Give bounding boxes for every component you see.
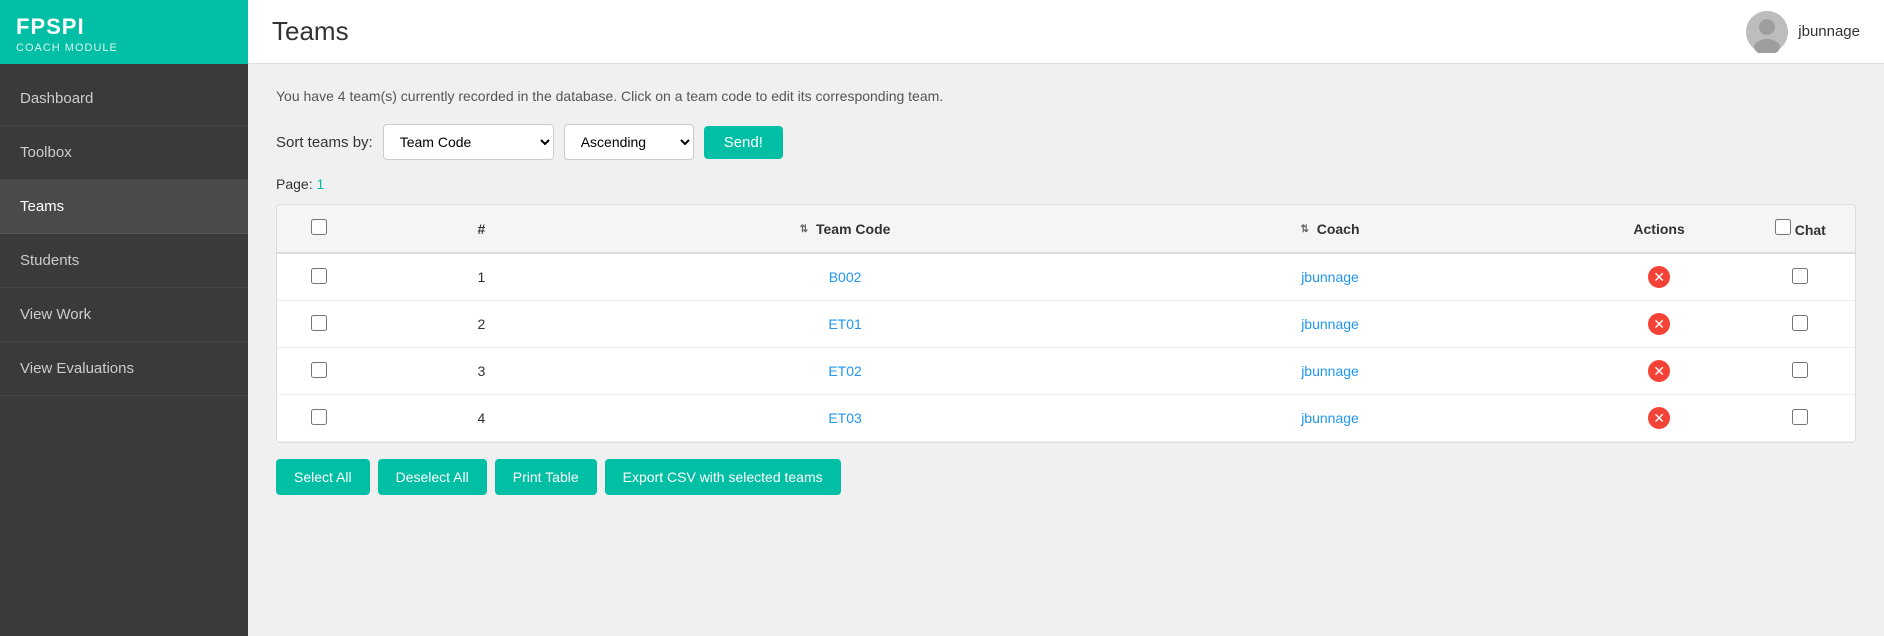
team-code-sort-arrow: ⇅: [800, 224, 808, 235]
topbar: Teams jbunnage: [248, 0, 1884, 64]
sidebar: FPSPI COACH MODULE Dashboard Toolbox Tea…: [0, 0, 248, 636]
row-coach: jbunnage: [1088, 253, 1573, 301]
select-all-button[interactable]: Select All: [276, 459, 370, 495]
print-table-button[interactable]: Print Table: [495, 459, 597, 495]
header-coach[interactable]: ⇅ Coach: [1088, 205, 1573, 253]
row-actions: ✕: [1572, 348, 1745, 395]
page-indicator: Page: 1: [276, 176, 1856, 192]
teams-table: # ⇅ Team Code ⇅ Coach Actions Chat: [277, 205, 1855, 442]
chat-checkbox-3[interactable]: [1792, 362, 1808, 378]
row-coach: jbunnage: [1088, 301, 1573, 348]
header-actions: Actions: [1572, 205, 1745, 253]
user-info: jbunnage: [1746, 11, 1860, 53]
team-code-link-B002[interactable]: B002: [829, 269, 862, 285]
row-num: 4: [360, 395, 602, 442]
header-team-code[interactable]: ⇅ Team Code: [603, 205, 1088, 253]
row-chat: [1746, 301, 1855, 348]
sidebar-item-students[interactable]: Students: [0, 234, 248, 288]
page-title: Teams: [272, 16, 349, 47]
coach-link-1[interactable]: jbunnage: [1301, 269, 1359, 285]
row-team-code: B002: [603, 253, 1088, 301]
row-num: 2: [360, 301, 602, 348]
chat-checkbox-1[interactable]: [1792, 268, 1808, 284]
coach-link-3[interactable]: jbunnage: [1301, 363, 1359, 379]
sidebar-item-view-work[interactable]: View Work: [0, 288, 248, 342]
delete-button-1[interactable]: ✕: [1648, 266, 1670, 288]
team-code-link-ET03[interactable]: ET03: [828, 410, 861, 426]
row-checkbox-4[interactable]: [311, 409, 327, 425]
content-area: You have 4 team(s) currently recorded in…: [248, 64, 1884, 636]
team-code-link-ET01[interactable]: ET01: [828, 316, 861, 332]
send-button[interactable]: Send!: [704, 126, 783, 159]
row-checkbox-cell: [277, 348, 360, 395]
row-chat: [1746, 395, 1855, 442]
table-row: 2 ET01 jbunnage ✕: [277, 301, 1855, 348]
table-row: 1 B002 jbunnage ✕: [277, 253, 1855, 301]
export-csv-button[interactable]: Export CSV with selected teams: [605, 459, 841, 495]
header-chat: Chat: [1746, 205, 1855, 253]
username-label: jbunnage: [1798, 23, 1860, 40]
row-num: 3: [360, 348, 602, 395]
deselect-all-button[interactable]: Deselect All: [378, 459, 487, 495]
chat-checkbox-2[interactable]: [1792, 315, 1808, 331]
teams-table-container: # ⇅ Team Code ⇅ Coach Actions Chat: [276, 204, 1856, 443]
delete-button-4[interactable]: ✕: [1648, 407, 1670, 429]
sort-order-select[interactable]: Ascending Descending: [564, 124, 694, 160]
delete-button-2[interactable]: ✕: [1648, 313, 1670, 335]
sidebar-item-toolbox[interactable]: Toolbox: [0, 126, 248, 180]
row-checkbox-cell: [277, 301, 360, 348]
sidebar-item-teams[interactable]: Teams: [0, 180, 248, 234]
avatar: [1746, 11, 1788, 53]
avatar-icon: [1746, 11, 1788, 53]
row-checkbox-1[interactable]: [311, 268, 327, 284]
row-checkbox-cell: [277, 395, 360, 442]
sidebar-item-dashboard[interactable]: Dashboard: [0, 72, 248, 126]
header-num: #: [360, 205, 602, 253]
chat-header-checkbox[interactable]: [1775, 219, 1791, 235]
bottom-buttons: Select All Deselect All Print Table Expo…: [276, 459, 1856, 495]
row-checkbox-2[interactable]: [311, 315, 327, 331]
select-all-header-checkbox[interactable]: [311, 219, 327, 235]
coach-sort-arrow: ⇅: [1300, 224, 1308, 235]
chat-checkbox-4[interactable]: [1792, 409, 1808, 425]
app-module: COACH MODULE: [16, 42, 232, 54]
row-team-code: ET01: [603, 301, 1088, 348]
coach-link-2[interactable]: jbunnage: [1301, 316, 1359, 332]
sort-row: Sort teams by: Team Code Coach Number of…: [276, 124, 1856, 160]
row-actions: ✕: [1572, 301, 1745, 348]
sidebar-nav: Dashboard Toolbox Teams Students View Wo…: [0, 64, 248, 396]
row-coach: jbunnage: [1088, 395, 1573, 442]
page-link[interactable]: 1: [316, 176, 324, 192]
table-body: 1 B002 jbunnage ✕ 2 ET01 jbunnage: [277, 253, 1855, 442]
app-logo: FPSPI: [16, 14, 232, 40]
sidebar-item-view-evaluations[interactable]: View Evaluations: [0, 342, 248, 396]
team-code-link-ET02[interactable]: ET02: [828, 363, 861, 379]
row-chat: [1746, 348, 1855, 395]
row-checkbox-cell: [277, 253, 360, 301]
coach-link-4[interactable]: jbunnage: [1301, 410, 1359, 426]
main-area: Teams jbunnage You have 4 team(s) curren…: [248, 0, 1884, 636]
row-checkbox-3[interactable]: [311, 362, 327, 378]
info-message: You have 4 team(s) currently recorded in…: [276, 88, 1856, 104]
table-row: 4 ET03 jbunnage ✕: [277, 395, 1855, 442]
row-num: 1: [360, 253, 602, 301]
table-header-row: # ⇅ Team Code ⇅ Coach Actions Chat: [277, 205, 1855, 253]
row-chat: [1746, 253, 1855, 301]
row-team-code: ET03: [603, 395, 1088, 442]
row-actions: ✕: [1572, 253, 1745, 301]
row-team-code: ET02: [603, 348, 1088, 395]
table-row: 3 ET02 jbunnage ✕: [277, 348, 1855, 395]
delete-button-3[interactable]: ✕: [1648, 360, 1670, 382]
sort-field-select[interactable]: Team Code Coach Number of Students: [383, 124, 554, 160]
sidebar-header: FPSPI COACH MODULE: [0, 0, 248, 64]
row-actions: ✕: [1572, 395, 1745, 442]
header-checkbox-col: [277, 205, 360, 253]
sort-label: Sort teams by:: [276, 134, 373, 151]
row-coach: jbunnage: [1088, 348, 1573, 395]
